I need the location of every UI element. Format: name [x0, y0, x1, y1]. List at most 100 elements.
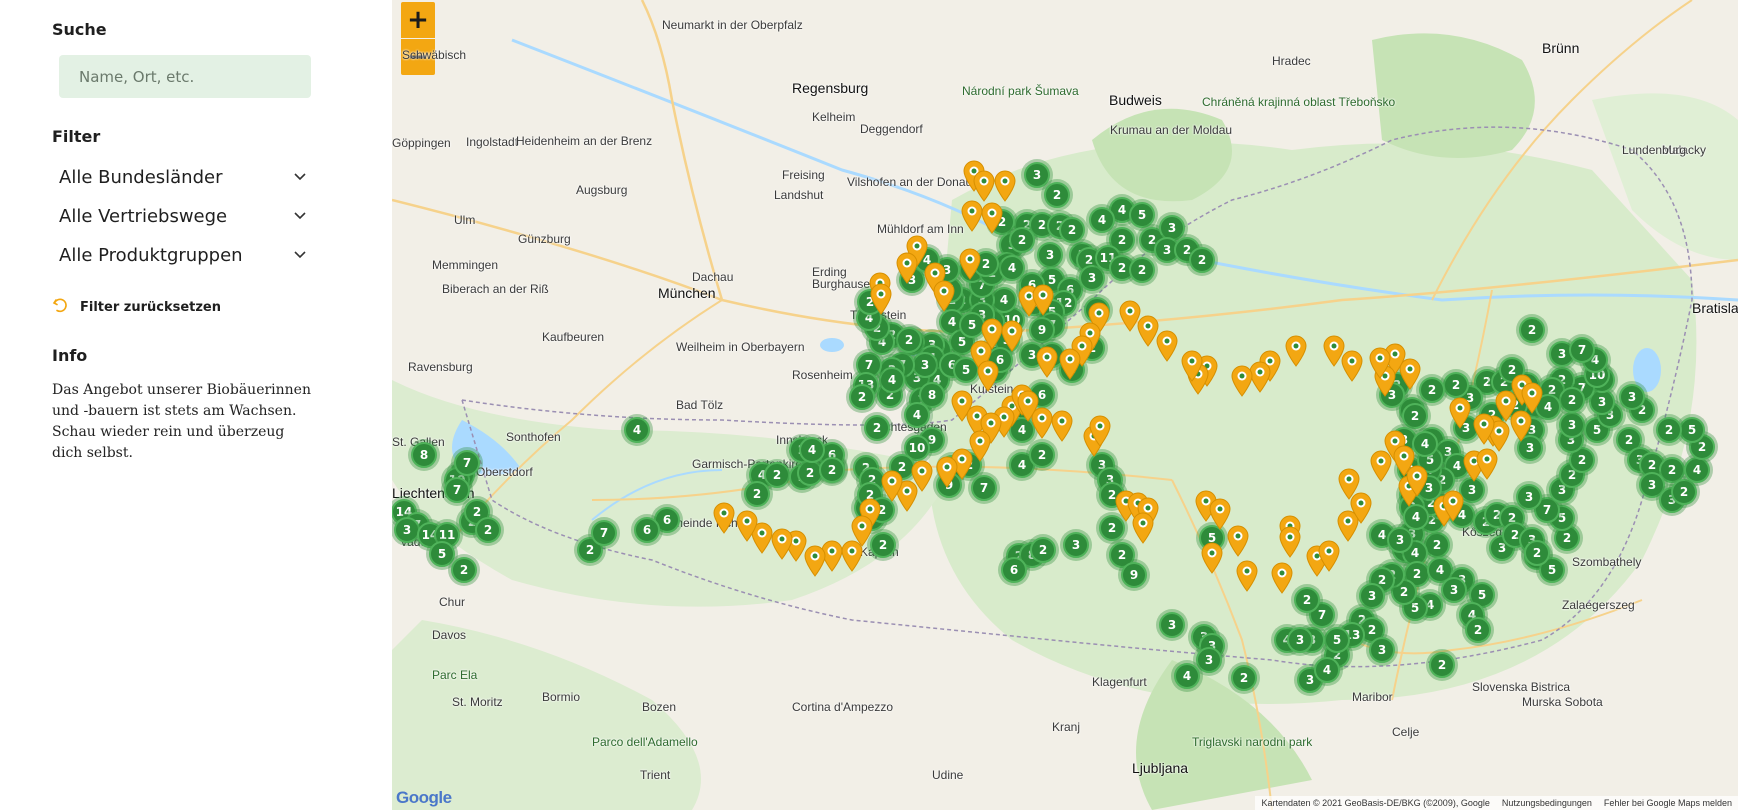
cluster-marker[interactable]: 2	[1465, 617, 1491, 643]
cluster-marker[interactable]: 2	[1429, 652, 1455, 678]
cluster-marker[interactable]: 2	[1009, 227, 1035, 253]
location-pin-icon[interactable]	[994, 170, 1016, 202]
cluster-marker[interactable]: 4	[1174, 663, 1200, 689]
cluster-marker[interactable]: 6	[1001, 557, 1027, 583]
produktgruppen-select[interactable]: Alle Produktgruppen	[59, 240, 307, 270]
cluster-marker[interactable]: 3	[1619, 384, 1645, 410]
cluster-marker[interactable]: 9	[1029, 317, 1055, 343]
cluster-marker[interactable]: 2	[1524, 540, 1550, 566]
reset-filter-button[interactable]: Filter zurücksetzen	[52, 297, 221, 318]
location-pin-icon[interactable]	[1350, 492, 1372, 524]
cluster-marker[interactable]: 5	[1129, 202, 1155, 228]
cluster-marker[interactable]: 3	[394, 517, 420, 543]
location-pin-icon[interactable]	[1181, 350, 1203, 382]
cluster-marker[interactable]: 2	[1029, 442, 1055, 468]
cluster-marker[interactable]: 2	[451, 557, 477, 583]
location-pin-icon[interactable]	[1406, 465, 1428, 497]
cluster-marker[interactable]: 2	[1129, 257, 1155, 283]
cluster-marker[interactable]: 4	[1403, 504, 1429, 530]
cluster-marker[interactable]: 4	[1684, 457, 1710, 483]
cluster-marker[interactable]: 4	[1314, 657, 1340, 683]
cluster-marker[interactable]: 2	[864, 415, 890, 441]
location-pin-icon[interactable]	[1279, 526, 1301, 558]
location-pin-icon[interactable]	[973, 170, 995, 202]
cluster-marker[interactable]: 4	[879, 367, 905, 393]
location-pin-icon[interactable]	[896, 252, 918, 284]
cluster-marker[interactable]: 3	[1159, 612, 1185, 638]
cluster-marker[interactable]: 2	[1419, 377, 1445, 403]
cluster-marker[interactable]: 2	[1671, 479, 1697, 505]
cluster-marker[interactable]: 3	[1287, 627, 1313, 653]
cluster-marker[interactable]: 3	[1516, 484, 1542, 510]
location-pin-icon[interactable]	[1156, 330, 1178, 362]
location-pin-icon[interactable]	[1236, 560, 1258, 592]
cluster-marker[interactable]: 2	[1656, 417, 1682, 443]
bundesland-select[interactable]: Alle Bundesländer	[59, 162, 307, 192]
location-pin-icon[interactable]	[936, 456, 958, 488]
location-pin-icon[interactable]	[1271, 562, 1293, 594]
search-input[interactable]	[59, 55, 311, 98]
location-pin-icon[interactable]	[804, 545, 826, 577]
location-pin-icon[interactable]	[1132, 512, 1154, 544]
cluster-marker[interactable]: 5	[1324, 627, 1350, 653]
cluster-marker[interactable]: 7	[454, 450, 480, 476]
location-pin-icon[interactable]	[1089, 415, 1111, 447]
zoom-in-button[interactable]: +	[401, 2, 435, 38]
location-pin-icon[interactable]	[961, 200, 983, 232]
location-pin-icon[interactable]	[1032, 284, 1054, 316]
location-pin-icon[interactable]	[1449, 397, 1471, 429]
cluster-marker[interactable]: 7	[971, 475, 997, 501]
cluster-marker[interactable]: 2	[1402, 403, 1428, 429]
cluster-marker[interactable]: 3	[1024, 162, 1050, 188]
cluster-marker[interactable]: 4	[799, 437, 825, 463]
cluster-marker[interactable]: 2	[1189, 247, 1215, 273]
location-pin-icon[interactable]	[1001, 320, 1023, 352]
cluster-marker[interactable]: 8	[411, 442, 437, 468]
location-pin-icon[interactable]	[1473, 413, 1495, 445]
cluster-marker[interactable]: 2	[1294, 587, 1320, 613]
terms-link[interactable]: Nutzungsbedingungen	[1502, 798, 1592, 808]
cluster-marker[interactable]: 3	[1559, 412, 1585, 438]
location-pin-icon[interactable]	[1059, 348, 1081, 380]
cluster-marker[interactable]: 2	[849, 384, 875, 410]
cluster-marker[interactable]: 2	[764, 462, 790, 488]
cluster-marker[interactable]: 3	[1387, 527, 1413, 553]
cluster-marker[interactable]: 7	[1569, 337, 1595, 363]
cluster-marker[interactable]: 4	[1412, 431, 1438, 457]
location-pin-icon[interactable]	[1510, 410, 1532, 442]
location-pin-icon[interactable]	[1442, 490, 1464, 522]
location-pin-icon[interactable]	[1318, 540, 1340, 572]
cluster-marker[interactable]: 3	[912, 352, 938, 378]
cluster-marker[interactable]: 7	[444, 477, 470, 503]
location-pin-icon[interactable]	[1017, 390, 1039, 422]
cluster-marker[interactable]: 2	[1231, 665, 1257, 691]
cluster-marker[interactable]: 4	[999, 255, 1025, 281]
location-pin-icon[interactable]	[1476, 448, 1498, 480]
location-pin-icon[interactable]	[1201, 542, 1223, 574]
cluster-marker[interactable]: 2	[896, 327, 922, 353]
cluster-marker[interactable]: 2	[1443, 372, 1469, 398]
cluster-marker[interactable]: 2	[1030, 537, 1056, 563]
location-pin-icon[interactable]	[959, 248, 981, 280]
cluster-marker[interactable]: 2	[1519, 317, 1545, 343]
location-pin-icon[interactable]	[736, 510, 758, 542]
location-pin-icon[interactable]	[1285, 335, 1307, 367]
cluster-marker[interactable]: 2	[819, 457, 845, 483]
location-pin-icon[interactable]	[713, 502, 735, 534]
location-pin-icon[interactable]	[841, 540, 863, 572]
location-pin-icon[interactable]	[771, 528, 793, 560]
cluster-marker[interactable]: 2	[1559, 387, 1585, 413]
cluster-marker[interactable]: 2	[744, 481, 770, 507]
cluster-marker[interactable]: 3	[1063, 532, 1089, 558]
cluster-marker[interactable]: 4	[1089, 207, 1115, 233]
cluster-marker[interactable]: 6	[634, 517, 660, 543]
location-pin-icon[interactable]	[977, 360, 999, 392]
cluster-marker[interactable]: 2	[475, 517, 501, 543]
location-pin-icon[interactable]	[1231, 365, 1253, 397]
map[interactable]: + − Brünn Regensburg Ingolstadt Budweis Land…	[392, 0, 1738, 810]
vertriebswege-select[interactable]: Alle Vertriebswege	[59, 201, 307, 231]
location-pin-icon[interactable]	[870, 283, 892, 315]
cluster-marker[interactable]: 3	[1369, 637, 1395, 663]
location-pin-icon[interactable]	[1036, 346, 1058, 378]
location-pin-icon[interactable]	[1323, 335, 1345, 367]
